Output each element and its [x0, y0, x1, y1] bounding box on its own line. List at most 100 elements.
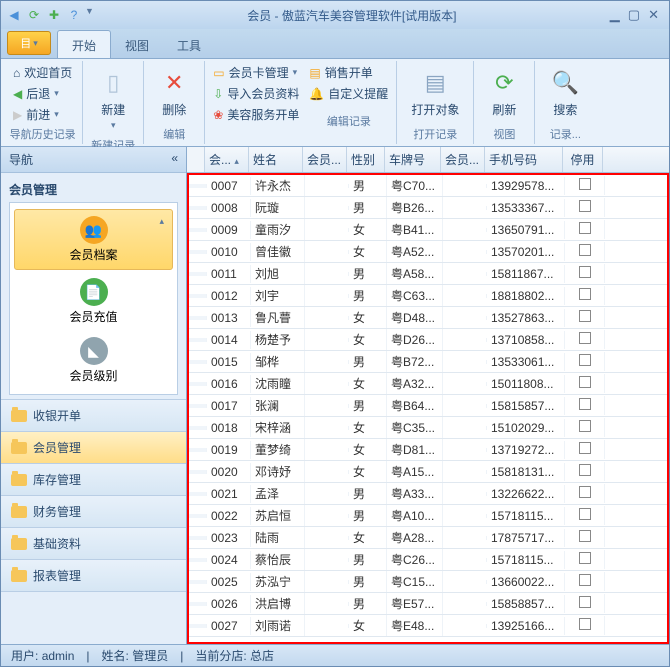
col-header-3[interactable]: 性别 [347, 147, 385, 172]
checkbox-icon[interactable] [579, 376, 591, 388]
nav-item-1[interactable]: 📄会员充值 [10, 272, 177, 331]
table-row[interactable]: 0022 苏启恒 男 粤A10... 15718115... [189, 505, 667, 527]
minimize-button[interactable]: ▁ [610, 7, 620, 23]
search-button[interactable]: 🔍搜索 [541, 63, 589, 122]
delete-button[interactable]: ✕删除 [150, 63, 198, 122]
col-header-4[interactable]: 车牌号 [385, 147, 441, 172]
checkbox-icon[interactable] [579, 420, 591, 432]
col-header-1[interactable]: 姓名 [249, 147, 303, 172]
row-indicator[interactable] [189, 338, 207, 342]
cell-disabled[interactable] [565, 352, 605, 371]
app-menu-button[interactable]: 目▾ [7, 31, 51, 55]
checkbox-icon[interactable] [579, 332, 591, 344]
table-row[interactable]: 0015 邹桦 男 粤B72... 13533061... [189, 351, 667, 373]
checkbox-icon[interactable] [579, 200, 591, 212]
table-row[interactable]: 0011 刘旭 男 粤A58... 15811867... [189, 263, 667, 285]
cell-disabled[interactable] [565, 594, 605, 613]
cell-disabled[interactable] [565, 528, 605, 547]
col-header-5[interactable]: 会员... [441, 147, 485, 172]
checkbox-icon[interactable] [579, 618, 591, 630]
row-indicator[interactable] [189, 272, 207, 276]
row-indicator[interactable] [189, 514, 207, 518]
row-indicator[interactable] [189, 294, 207, 298]
table-row[interactable]: 0027 刘雨诺 女 粤E48... 13925166... [189, 615, 667, 637]
table-row[interactable]: 0016 沈雨瞳 女 粤A32... 15011808... [189, 373, 667, 395]
row-selector-header[interactable] [187, 147, 205, 172]
cell-disabled[interactable] [565, 484, 605, 503]
table-row[interactable]: 0013 鲁凡瞢 女 粤D48... 13527863... [189, 307, 667, 329]
row-indicator[interactable] [189, 470, 207, 474]
help-icon[interactable]: ? [65, 6, 83, 24]
cell-disabled[interactable] [565, 308, 605, 327]
row-indicator[interactable] [189, 558, 207, 562]
row-indicator[interactable] [189, 250, 207, 254]
row-indicator[interactable] [189, 536, 207, 540]
table-row[interactable]: 0017 张澜 男 粤B64... 15815857... [189, 395, 667, 417]
table-row[interactable]: 0010 曾佳徽 女 粤A52... 13570201... [189, 241, 667, 263]
col-header-6[interactable]: 手机号码 [485, 147, 563, 172]
checkbox-icon[interactable] [579, 266, 591, 278]
table-row[interactable]: 0021 孟泽 男 粤A33... 13226622... [189, 483, 667, 505]
row-indicator[interactable] [189, 228, 207, 232]
row-indicator[interactable] [189, 316, 207, 320]
row-indicator[interactable] [189, 206, 207, 210]
checkbox-icon[interactable] [579, 310, 591, 322]
tab-start[interactable]: 开始 [57, 30, 111, 58]
cell-disabled[interactable] [565, 616, 605, 635]
checkbox-icon[interactable] [579, 508, 591, 520]
table-row[interactable]: 0026 洪启博 男 粤E57... 15858857... [189, 593, 667, 615]
checkbox-icon[interactable] [579, 354, 591, 366]
table-row[interactable]: 0018 宋梓涵 女 粤C35... 15102029... [189, 417, 667, 439]
nav-cat-1[interactable]: 会员管理 [1, 432, 186, 464]
checkbox-icon[interactable] [579, 530, 591, 542]
row-indicator[interactable] [189, 624, 207, 628]
table-row[interactable]: 0023 陆雨 女 粤A28... 17875717... [189, 527, 667, 549]
nav-cat-2[interactable]: 库存管理 [1, 464, 186, 496]
row-indicator[interactable] [189, 360, 207, 364]
table-row[interactable]: 0007 许永杰 男 粤C70... 13929578... [189, 175, 667, 197]
table-row[interactable]: 0012 刘宇 男 粤C63... 18818802... [189, 285, 667, 307]
nav-item-2[interactable]: ◣会员级别 [10, 331, 177, 390]
cell-disabled[interactable] [565, 176, 605, 195]
checkbox-icon[interactable] [579, 244, 591, 256]
sale-button[interactable]: ▤销售开单 [307, 63, 390, 82]
checkbox-icon[interactable] [579, 486, 591, 498]
cell-disabled[interactable] [565, 550, 605, 569]
cell-disabled[interactable] [565, 462, 605, 481]
checkbox-icon[interactable] [579, 288, 591, 300]
new-button[interactable]: ▯新建▾ [89, 63, 137, 135]
welcome-button[interactable]: ⌂欢迎首页 [9, 63, 76, 82]
nav-cat-5[interactable]: 报表管理 [1, 560, 186, 592]
add-icon[interactable]: ✚ [45, 6, 63, 24]
tab-view[interactable]: 视图 [111, 31, 163, 58]
chevron-down-icon[interactable]: ▼ [85, 6, 94, 24]
table-row[interactable]: 0014 杨楚予 女 粤D26... 13710858... [189, 329, 667, 351]
refresh-button[interactable]: ⟳刷新 [480, 63, 528, 122]
table-row[interactable]: 0024 蔡怡辰 男 粤C26... 15718115... [189, 549, 667, 571]
row-indicator[interactable] [189, 184, 207, 188]
open-button[interactable]: ▤打开对象 [403, 63, 467, 122]
table-row[interactable]: 0025 苏泓宁 男 粤C15... 13660022... [189, 571, 667, 593]
close-button[interactable]: ✕ [648, 7, 659, 23]
nav-item-0[interactable]: 👥会员档案▴ [14, 209, 173, 270]
cell-disabled[interactable] [565, 242, 605, 261]
row-indicator[interactable] [189, 448, 207, 452]
nav-cat-4[interactable]: 基础资料 [1, 528, 186, 560]
row-indicator[interactable] [189, 426, 207, 430]
checkbox-icon[interactable] [579, 596, 591, 608]
nav-cat-3[interactable]: 财务管理 [1, 496, 186, 528]
checkbox-icon[interactable] [579, 222, 591, 234]
cell-disabled[interactable] [565, 440, 605, 459]
maximize-button[interactable]: ▢ [628, 7, 640, 23]
cell-disabled[interactable] [565, 330, 605, 349]
col-header-7[interactable]: 停用 [563, 147, 603, 172]
cell-disabled[interactable] [565, 220, 605, 239]
cell-disabled[interactable] [565, 374, 605, 393]
cell-disabled[interactable] [565, 396, 605, 415]
row-indicator[interactable] [189, 492, 207, 496]
checkbox-icon[interactable] [579, 464, 591, 476]
col-header-2[interactable]: 会员... [303, 147, 347, 172]
forward-button[interactable]: ▶前进▾ [9, 105, 76, 124]
import-button[interactable]: ⇩导入会员资料 [211, 84, 301, 103]
cell-disabled[interactable] [565, 286, 605, 305]
